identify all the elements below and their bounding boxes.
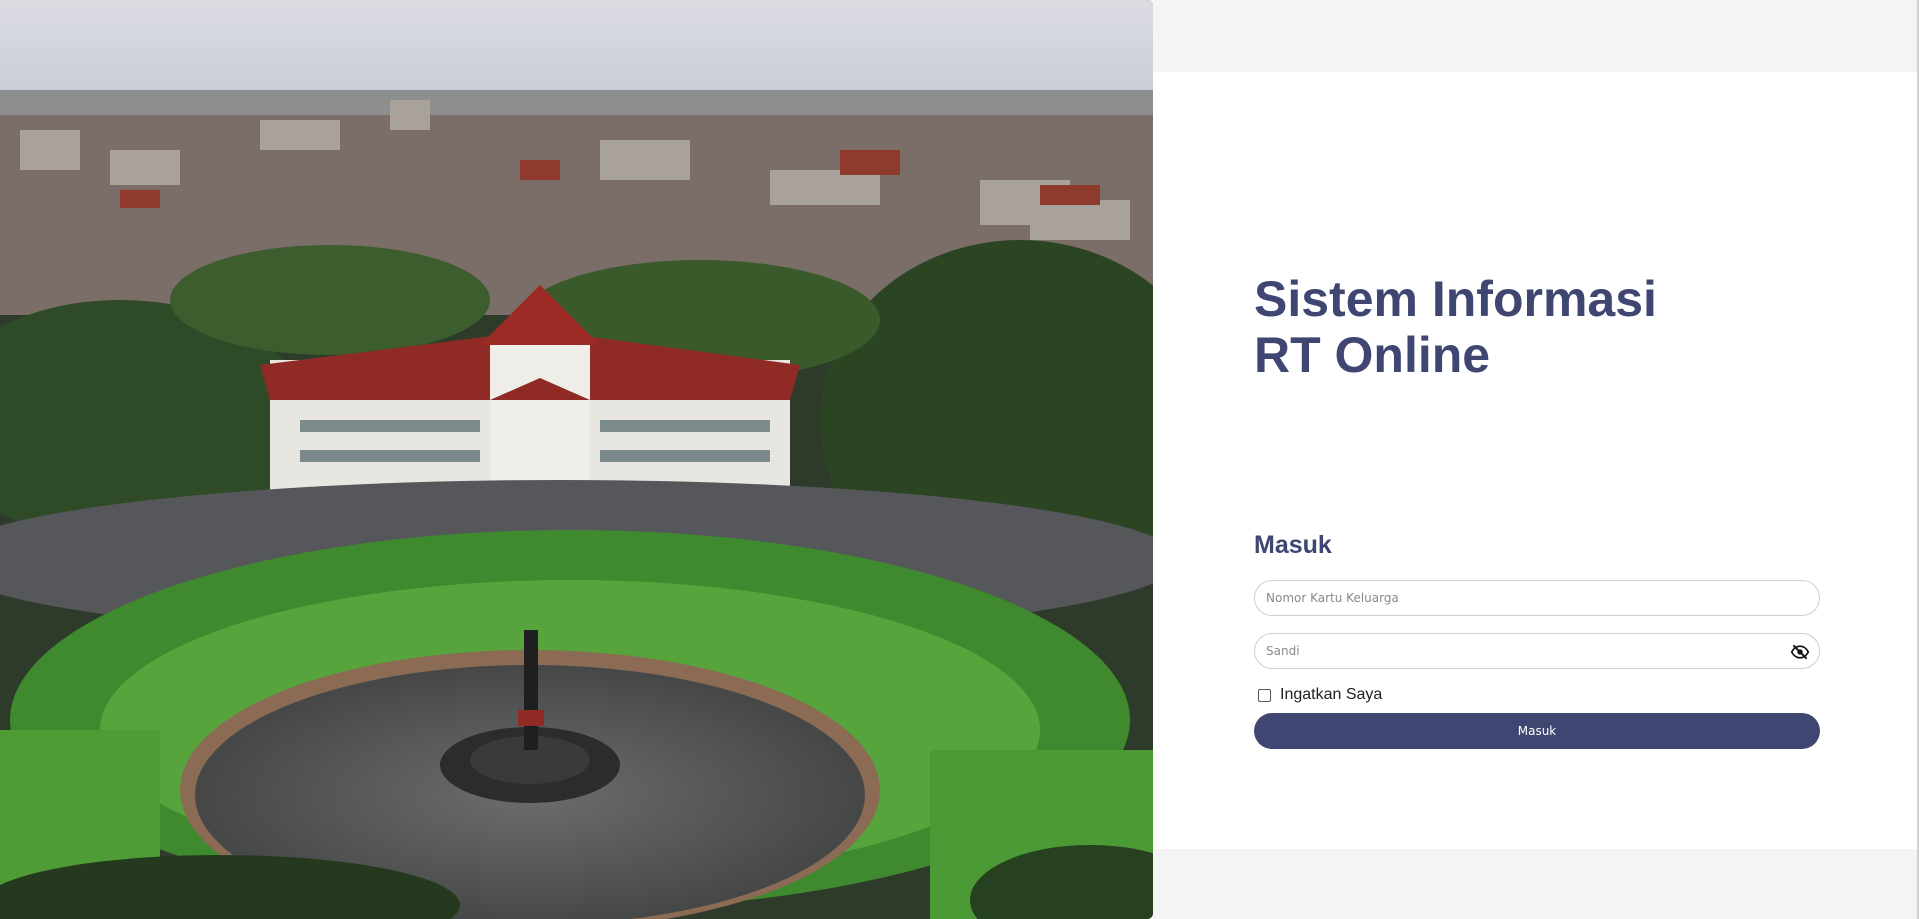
family-card-number-field <box>1254 580 1820 616</box>
remember-me-checkbox[interactable] <box>1258 688 1271 702</box>
aerial-city-photo <box>0 0 1153 919</box>
login-page: Sistem Informasi RT Online Masuk Ingatka… <box>0 0 1919 919</box>
remember-me-label: Ingatkan Saya <box>1280 686 1383 703</box>
top-margin <box>1153 0 1919 72</box>
login-button[interactable]: Masuk <box>1254 713 1820 749</box>
login-heading: Masuk <box>1254 531 1332 559</box>
family-card-number-input[interactable] <box>1255 581 1819 615</box>
eye-slash-icon[interactable] <box>1790 642 1810 662</box>
app-title-line1: Sistem Informasi <box>1254 271 1657 327</box>
remember-me[interactable]: Ingatkan Saya <box>1258 686 1382 704</box>
hero-photo <box>0 0 1153 919</box>
app-title: Sistem Informasi RT Online <box>1254 271 1657 383</box>
password-input[interactable] <box>1255 634 1819 668</box>
password-field <box>1254 633 1820 669</box>
app-title-line2: RT Online <box>1254 327 1491 383</box>
bottom-margin <box>1153 849 1919 919</box>
